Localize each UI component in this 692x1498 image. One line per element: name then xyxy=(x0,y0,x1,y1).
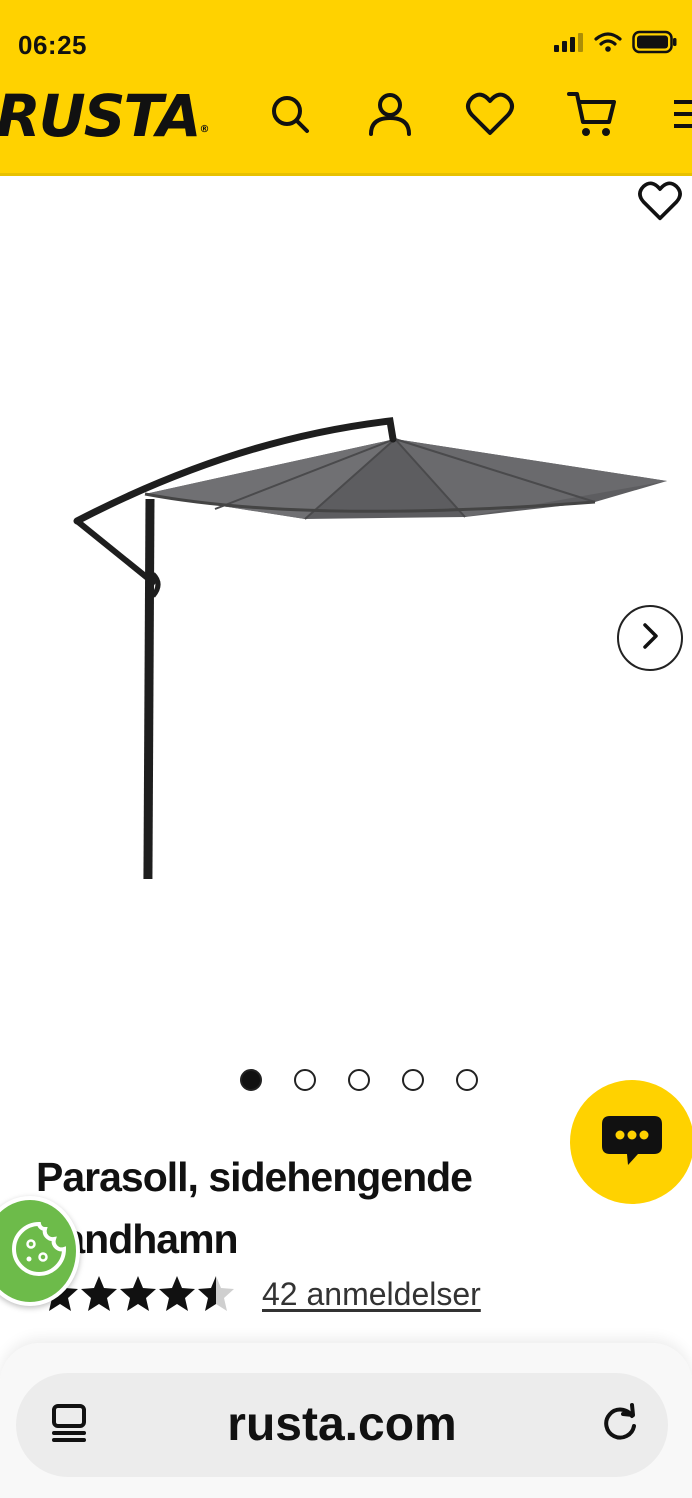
tab-overview-button[interactable] xyxy=(46,1401,94,1449)
product-gallery xyxy=(0,179,692,1119)
search-icon xyxy=(267,91,313,142)
reload-button[interactable] xyxy=(596,1401,644,1449)
gallery-dot-4[interactable] xyxy=(402,1069,424,1091)
tabs-icon xyxy=(50,1403,90,1448)
reviews-link[interactable]: 42 anmeldelser xyxy=(262,1276,481,1313)
wifi-icon xyxy=(594,31,622,58)
signal-icon xyxy=(554,32,584,57)
chat-bubble-icon xyxy=(600,1112,664,1173)
url-text[interactable]: rusta.com xyxy=(136,1373,548,1477)
product-title: Parasoll, sidehengende Sandhamn xyxy=(36,1154,473,1262)
gallery-pagination xyxy=(240,1069,478,1091)
cart-icon xyxy=(566,88,618,145)
gallery-dot-5[interactable] xyxy=(456,1069,478,1091)
chevron-right-icon xyxy=(640,622,660,655)
chat-button[interactable] xyxy=(570,1080,692,1204)
next-image-button[interactable] xyxy=(617,605,683,671)
cookie-icon xyxy=(0,1219,69,1284)
product-rating: 42 anmeldelser xyxy=(40,1274,481,1314)
logo-registered-mark: ® xyxy=(199,124,209,135)
address-bar[interactable]: rusta.com xyxy=(16,1373,668,1477)
menu-button[interactable] xyxy=(666,90,692,142)
wishlist-button[interactable] xyxy=(464,90,516,142)
main-nav: RUSTA® xyxy=(0,78,692,154)
gallery-dot-1[interactable] xyxy=(240,1069,262,1091)
add-to-wishlist-button[interactable] xyxy=(636,181,684,225)
account-button[interactable] xyxy=(364,90,416,142)
search-button[interactable] xyxy=(264,90,316,142)
account-icon xyxy=(366,90,414,143)
cart-button[interactable] xyxy=(566,90,618,142)
site-header: 06:25 RUSTA® xyxy=(0,0,692,176)
reload-icon xyxy=(599,1402,641,1449)
status-icons xyxy=(554,30,678,59)
menu-icon xyxy=(672,94,692,139)
rusta-logo[interactable]: RUSTA® xyxy=(0,78,209,154)
status-time: 06:25 xyxy=(18,30,87,60)
battery-icon xyxy=(632,30,678,59)
gallery-dot-2[interactable] xyxy=(294,1069,316,1091)
gallery-dot-3[interactable] xyxy=(348,1069,370,1091)
logo-text: RUSTA xyxy=(0,82,201,150)
heart-icon xyxy=(465,91,515,142)
heart-outline-icon xyxy=(637,180,683,227)
product-image[interactable] xyxy=(55,399,675,1059)
browser-toolbar: rusta.com xyxy=(0,1343,692,1498)
